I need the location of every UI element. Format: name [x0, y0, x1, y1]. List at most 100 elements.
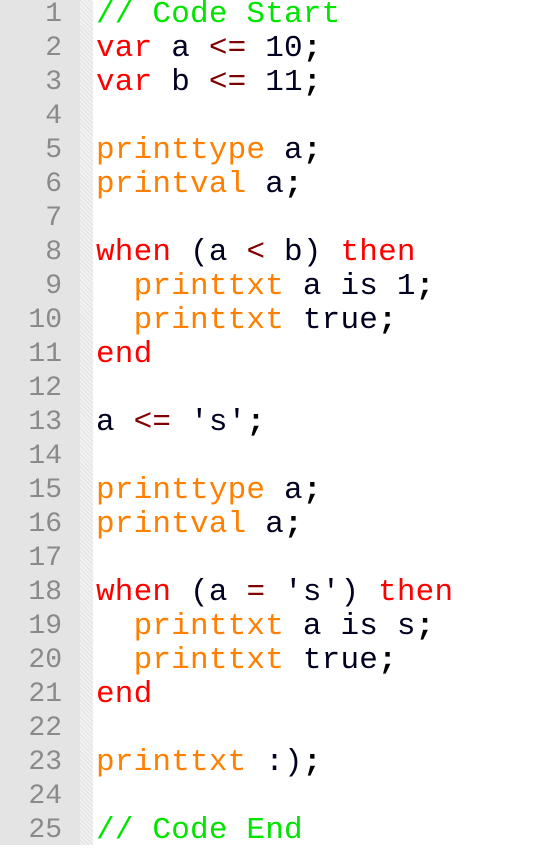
code-line[interactable]: printval a; [96, 508, 303, 542]
token-builtin: printval [96, 167, 247, 202]
code-line[interactable]: a <= 's'; [96, 406, 265, 440]
line-number: 19 [28, 611, 62, 642]
token-ident: true [284, 303, 379, 338]
token-ident: a [265, 133, 303, 168]
code-line[interactable]: end [96, 338, 152, 372]
code-line[interactable]: printtxt true; [96, 304, 397, 338]
line-number: 6 [45, 169, 62, 200]
line-number: 15 [28, 475, 62, 506]
code-line[interactable]: when (a < b) then [96, 236, 416, 270]
token-ident: true [284, 643, 379, 678]
code-line[interactable]: printtxt a is s; [96, 609, 435, 644]
token-ident: (a [171, 575, 247, 610]
token-ident: b) [265, 235, 341, 270]
code-line[interactable]: // Code Start [96, 0, 340, 32]
token-keyword: end [96, 337, 153, 372]
token-punct: ; [302, 133, 322, 168]
token-punct: ; [415, 269, 435, 304]
code-line[interactable]: printtxt true; [96, 644, 397, 678]
line-number: 8 [45, 237, 62, 268]
line-number: 3 [45, 67, 62, 98]
token-punct: ; [302, 65, 322, 100]
token-ident [96, 609, 134, 644]
line-number: 2 [45, 33, 62, 64]
token-punct: ; [302, 745, 322, 780]
code-line[interactable]: var a <= 10; [96, 32, 322, 66]
token-ident: 10 [246, 31, 303, 66]
token-keyword: when [96, 235, 172, 270]
line-number: 11 [28, 339, 62, 370]
token-ident: a [96, 405, 134, 440]
token-ident [96, 303, 134, 338]
code-line[interactable]: printtxt a is 1; [96, 269, 435, 304]
token-ident: b [152, 65, 209, 100]
line-number: 4 [45, 101, 62, 132]
line-number: 10 [28, 305, 62, 336]
code-line[interactable]: var b <= 11; [96, 66, 322, 100]
line-number: 18 [28, 577, 62, 608]
token-op: <= [133, 405, 172, 440]
token-op: <= [208, 31, 247, 66]
line-number: 14 [28, 441, 62, 472]
token-op: = [246, 575, 266, 610]
token-builtin: printval [96, 507, 247, 542]
line-number: 24 [28, 781, 62, 812]
token-ident: a is s [284, 609, 416, 644]
token-punct: ; [284, 507, 303, 542]
token-punct: ; [302, 473, 322, 508]
token-op: < [246, 235, 266, 270]
code-line[interactable]: printtype a; [96, 134, 322, 168]
line-number: 23 [28, 747, 62, 778]
line-number: 21 [28, 679, 62, 710]
token-ident: 11 [246, 65, 303, 100]
token-ident: a [246, 507, 285, 542]
line-number: 5 [45, 135, 62, 166]
code-line[interactable]: end [96, 678, 152, 712]
token-builtin: printtxt [133, 269, 285, 304]
token-op: <= [208, 65, 247, 100]
line-number: 16 [28, 509, 62, 540]
token-builtin: printtxt [96, 745, 247, 780]
line-number: 17 [28, 543, 62, 574]
token-ident: a [265, 473, 303, 508]
token-ident: a [246, 167, 285, 202]
line-number: 1 [45, 0, 62, 30]
token-ident: a is 1 [284, 269, 416, 304]
token-punct: ; [378, 303, 397, 338]
token-keyword: var [96, 65, 153, 100]
token-ident: (a [171, 235, 247, 270]
token-ident: a [152, 31, 209, 66]
token-ident: 's' [171, 405, 247, 440]
token-keyword: then [378, 575, 454, 610]
token-builtin: printtype [96, 133, 266, 168]
line-number: 9 [45, 271, 62, 302]
code-editor[interactable]: 1 2 3 4 5 6 7 8 9 10 11 12 13 14 15 16 17 18 19 20 21 22 23 24 2… [0, 0, 550, 848]
token-ident [96, 643, 134, 678]
token-comment: // Code Start [96, 0, 341, 32]
line-number-gutter: 1 2 3 4 5 6 7 8 9 10 11 12 13 14 15 16 17 18 19 20 21 22 23 24 2… [0, 0, 80, 846]
line-number: 20 [28, 645, 62, 676]
code-line[interactable]: // Code End [96, 814, 303, 848]
token-ident: 's') [265, 575, 379, 610]
token-comment: // Code End [96, 813, 303, 848]
fold-margin [80, 0, 93, 845]
token-keyword: end [96, 677, 153, 712]
token-ident [96, 269, 134, 304]
token-keyword: var [96, 31, 153, 66]
code-line[interactable]: printtxt :); [96, 746, 322, 780]
token-builtin: printtxt [133, 643, 285, 678]
line-number: 13 [28, 407, 62, 438]
code-line[interactable]: printtype a; [96, 474, 322, 508]
token-punct: ; [246, 405, 266, 440]
token-keyword: when [96, 575, 172, 610]
line-number: 7 [45, 203, 62, 234]
token-keyword: then [340, 235, 416, 270]
token-punct: ; [415, 609, 435, 644]
token-builtin: printtxt [133, 303, 285, 338]
token-ident: :) [246, 745, 303, 780]
code-line[interactable]: printval a; [96, 168, 303, 202]
code-line[interactable]: when (a = 's') then [96, 576, 453, 610]
line-number: 25 [28, 815, 62, 846]
token-punct: ; [302, 31, 322, 66]
token-builtin: printtype [96, 473, 266, 508]
